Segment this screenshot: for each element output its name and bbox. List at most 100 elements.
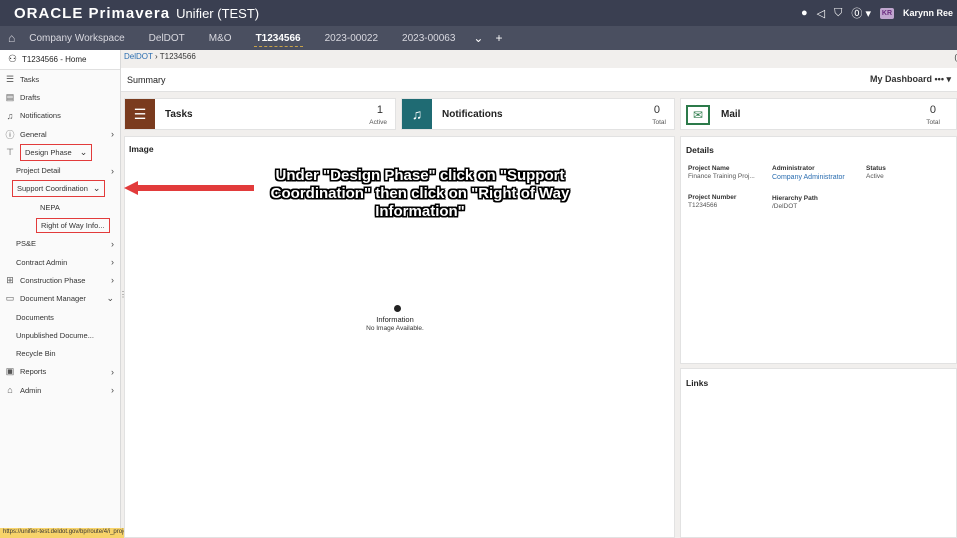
sidebar-item-project-detail[interactable]: Project Detail › — [0, 161, 120, 179]
sidebar-item-design-phase[interactable]: ⊤ Design Phase ⌄ — [0, 143, 120, 161]
bell-icon: ♫ — [6, 110, 14, 121]
annotation-arrow — [124, 181, 254, 195]
chevron-down-icon[interactable]: ⌄ — [467, 31, 489, 45]
info-title: Information — [376, 315, 414, 324]
folder-icon: ▭ — [5, 293, 15, 304]
project-name-label: Project Name — [688, 165, 730, 172]
more-icon[interactable]: ••• — [935, 74, 947, 84]
user-name[interactable]: Karynn Ree — [903, 8, 953, 18]
links-panel — [680, 368, 957, 538]
image-title: Image — [129, 144, 154, 154]
breadcrumb-root[interactable]: DelDOT — [124, 52, 153, 61]
administrator-link[interactable]: Company Administrator — [772, 174, 845, 181]
tasks-tile[interactable]: ☰ Tasks 1 Active — [124, 98, 396, 130]
summary-label[interactable]: Summary — [127, 75, 166, 85]
reports-icon: ▣ — [5, 366, 15, 377]
sidebar-item-recycle-bin[interactable]: Recycle Bin — [0, 344, 120, 362]
sidebar-item-notifications[interactable]: ♫ Notifications — [0, 107, 120, 125]
sidebar-item-nepa[interactable]: NEPA — [0, 198, 120, 216]
tab-t1234566[interactable]: T1234566 — [244, 26, 313, 50]
notifications-sub: Total — [652, 119, 666, 126]
notifications-tile[interactable]: ♫ Notifications 0 Total — [401, 98, 675, 130]
design-phase-highlight[interactable]: Design Phase ⌄ — [20, 143, 93, 161]
chevron-down-icon: ⌄ — [79, 146, 88, 157]
chevron-right-icon: › — [111, 257, 114, 268]
mail-icon: ✉ — [686, 105, 710, 125]
administrator-label: Administrator — [772, 165, 815, 172]
status-label: Status — [866, 165, 886, 172]
tab-2023-00022[interactable]: 2023-00022 — [313, 26, 390, 50]
sidebar-item-right-of-way[interactable]: Right of Way Info... — [0, 216, 120, 234]
help-icon[interactable]: ⓪ ▾ — [851, 5, 871, 21]
breadcrumb: DelDOT › T1234566 — [124, 52, 196, 61]
hierarchy-label: Hierarchy Path — [772, 195, 818, 202]
admin-icon: ⌂ — [7, 385, 13, 396]
sidebar-item-reports[interactable]: ▣ Reports › — [0, 363, 120, 381]
summary-bar: Summary My Dashboard ••• ▾ — [121, 68, 957, 92]
project-navigator: ⚇ T1234566 - Home ☰ Tasks ▤ Drafts ♫ Notifi… — [0, 50, 121, 538]
sidebar-item-general[interactable]: ⓘ General › — [0, 125, 120, 143]
tasks-title: Tasks — [165, 109, 193, 120]
sidebar-item-drafts[interactable]: ▤ Drafts — [0, 88, 120, 106]
app-header: ORACLE Primavera Unifier (TEST) ● ◁ ⛉ ⓪ … — [0, 0, 957, 26]
mail-tile[interactable]: ✉ Mail 0 Total — [680, 98, 957, 130]
info-sub: No Image Available. — [366, 325, 424, 332]
hierarchy-value: /DelDOT — [772, 203, 798, 210]
avatar[interactable]: KR — [879, 7, 894, 19]
sidebar-item-construction-phase[interactable]: ⊞ Construction Phase › — [0, 271, 120, 289]
tab-company-workspace[interactable]: Company Workspace — [17, 26, 136, 50]
sidebar-item-tasks[interactable]: ☰ Tasks — [0, 70, 120, 88]
drafts-icon: ▤ — [5, 91, 15, 102]
hierarchy-icon: ⚇ — [8, 54, 17, 65]
construction-icon: ⊞ — [6, 274, 14, 285]
home-icon[interactable]: ⌂ — [8, 31, 15, 45]
sidebar-item-unpublished-documents[interactable]: Unpublished Docume... — [0, 326, 120, 344]
chevron-right-icon: › — [111, 385, 114, 396]
sidebar-item-pse[interactable]: PS&E › — [0, 235, 120, 253]
mail-sub: Total — [926, 119, 940, 126]
chevron-right-icon: › — [111, 366, 114, 377]
support-coordination-highlight[interactable]: Support Coordination ⌄ — [12, 180, 106, 198]
header-actions: ● ◁ ⛉ ⓪ ▾ KR Karynn Ree — [801, 0, 953, 26]
sidebar-item-admin[interactable]: ⌂ Admin › — [0, 381, 120, 399]
chevron-down-icon[interactable]: ▾ — [946, 74, 951, 84]
alert-icon[interactable]: ● — [801, 7, 808, 19]
bell-icon: ♫ — [402, 99, 432, 129]
tasks-icon: ☰ — [5, 73, 15, 84]
status-value: Active — [866, 173, 884, 180]
dashboard-selector[interactable]: My Dashboard ••• ▾ — [870, 74, 951, 85]
info-icon — [394, 305, 401, 312]
sidebar-item-contract-admin[interactable]: Contract Admin › — [0, 253, 120, 271]
chevron-right-icon: › — [111, 129, 114, 140]
links-title: Links — [686, 378, 709, 388]
info-icon: ⓘ — [5, 129, 15, 140]
tasks-sub: Active — [369, 119, 387, 126]
tab-2023-00063[interactable]: 2023-00063 — [390, 26, 467, 50]
mail-title: Mail — [721, 109, 741, 120]
tasks-count: 1 — [376, 104, 383, 116]
add-tab-icon[interactable]: + — [489, 31, 508, 45]
oracle-logo: ORACLE Primavera — [14, 4, 171, 22]
right-of-way-highlight[interactable]: Right of Way Info... — [36, 218, 110, 234]
app-title: Unifier (TEST) — [176, 5, 260, 21]
workspace-tabbar: ⌂ Company Workspace DelDOT M&O T1234566 … — [0, 26, 957, 50]
megaphone-icon[interactable]: ◁ — [817, 7, 825, 20]
sidebar-item-support-coordination[interactable]: Support Coordination ⌄ — [0, 180, 120, 198]
sidebar-item-document-manager[interactable]: ▭ Document Manager ⌄ — [0, 290, 120, 308]
sidebar-home[interactable]: ⚇ T1234566 - Home — [0, 50, 120, 70]
project-number-label: Project Number — [688, 194, 737, 201]
chevron-down-icon: ⌄ — [106, 293, 114, 304]
bookmark-icon[interactable]: ⛉ — [834, 7, 842, 20]
instruction-callout: Under "Design Phase" click on "Support C… — [270, 167, 570, 220]
design-icon: ⊤ — [6, 146, 14, 157]
sidebar-item-documents[interactable]: Documents — [0, 308, 120, 326]
tab-deldot[interactable]: DelDOT — [137, 26, 197, 50]
breadcrumb-current: T1234566 — [159, 52, 196, 61]
tasks-icon: ☰ — [125, 99, 155, 129]
project-number-value: T1234566 — [688, 202, 718, 209]
notifications-count: 0 — [653, 104, 660, 116]
tab-mo[interactable]: M&O — [197, 26, 244, 50]
chevron-down-icon: ⌄ — [92, 183, 101, 194]
details-title: Details — [686, 145, 714, 155]
project-name-value: Finance Training Proj... — [688, 173, 755, 180]
